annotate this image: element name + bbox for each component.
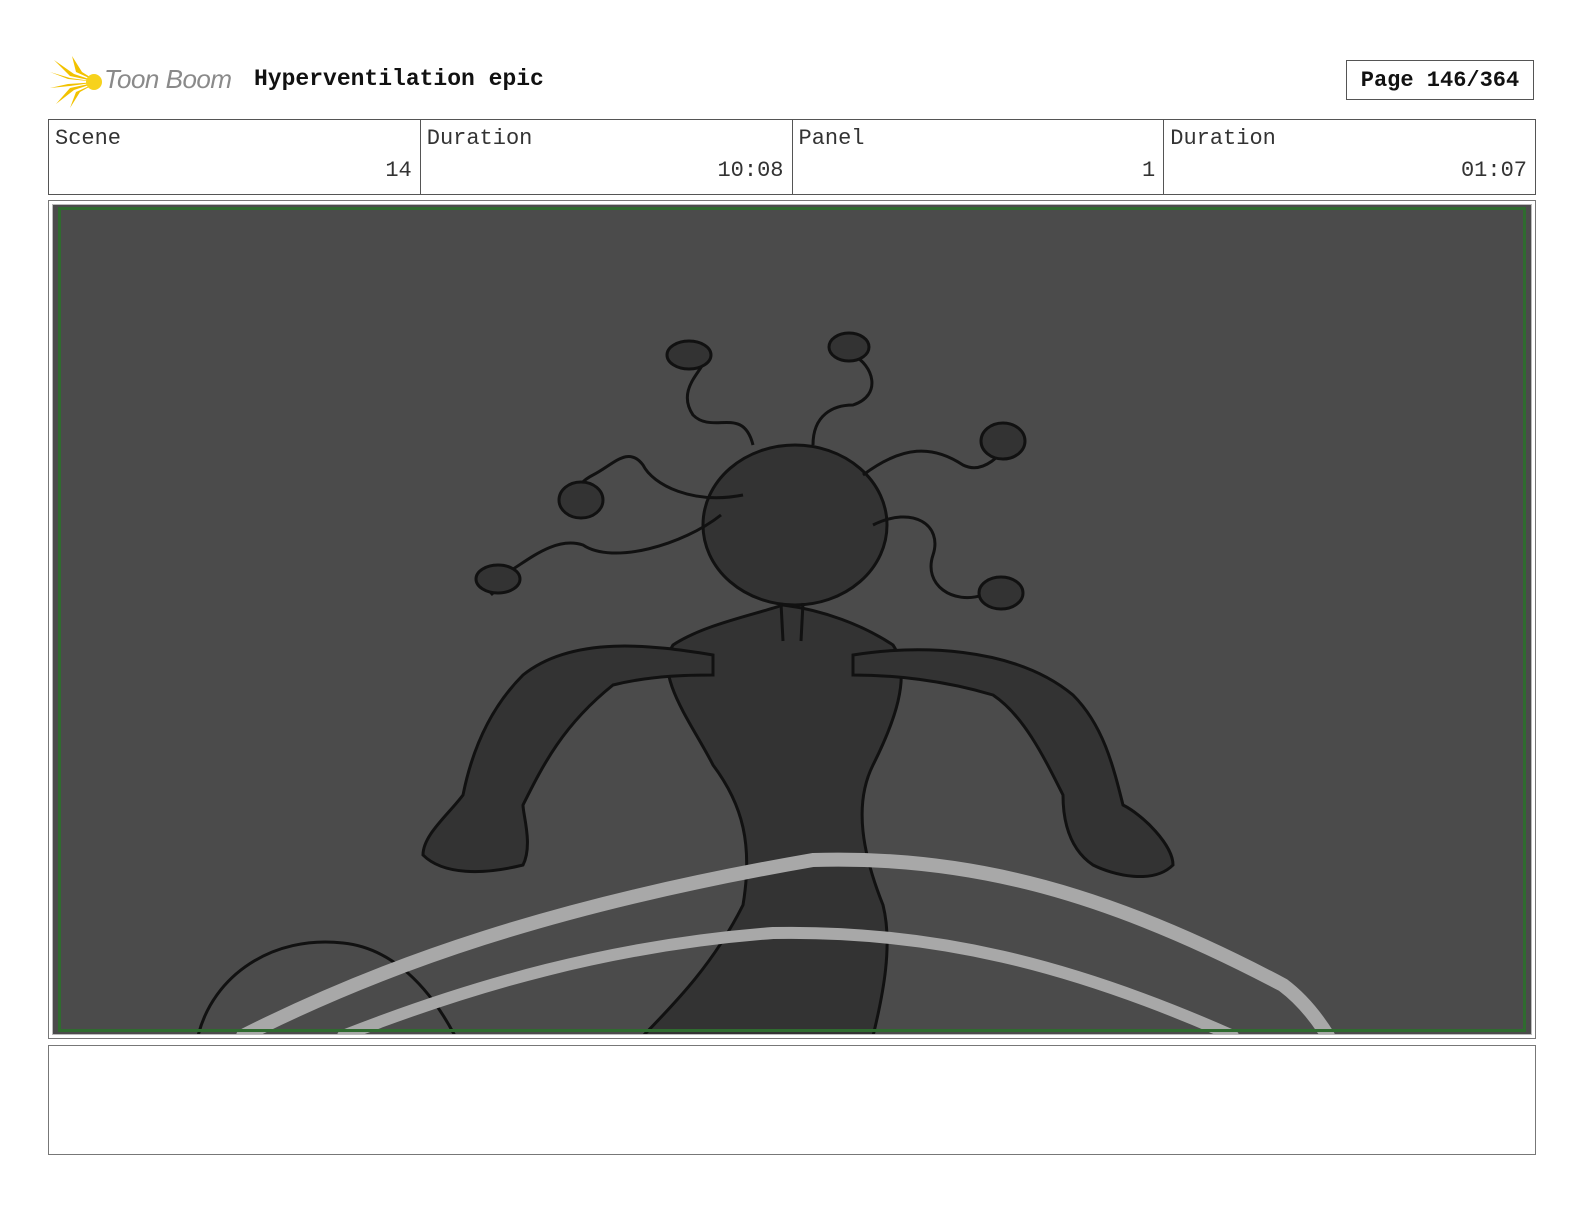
scene-duration-value: 10:08 [717,158,784,183]
panel-duration-cell: Duration 01:07 [1164,120,1535,194]
logo-text: Toon Boom [104,64,232,94]
panel-cell: Panel 1 [793,120,1165,194]
panel-duration-value: 01:07 [1460,158,1527,183]
toon-boom-logo: Toon Boom [50,54,240,110]
panel-label: Panel [798,126,865,151]
scene-duration-cell: Duration 10:08 [421,120,793,194]
project-title: Hyperventilation epic [254,66,544,92]
scene-label: Scene [55,126,122,151]
figure-head [701,443,889,607]
panel-notes-box [48,1045,1536,1155]
panel-info-row: Scene 14 Duration 10:08 Panel 1 Duration… [48,119,1536,195]
panel-duration-label: Duration [1170,126,1276,151]
panel-image [52,204,1532,1035]
panel-value: 1 [1142,158,1156,183]
scene-cell: Scene 14 [49,120,421,194]
page-number: Page 146/364 [1360,67,1520,93]
scene-value: 14 [385,158,412,183]
storyboard-sketch [197,331,1335,1034]
page-number-box: Page 146/364 [1346,60,1534,100]
scene-duration-label: Duration [426,126,533,151]
toon-boom-burst-icon [50,56,102,108]
